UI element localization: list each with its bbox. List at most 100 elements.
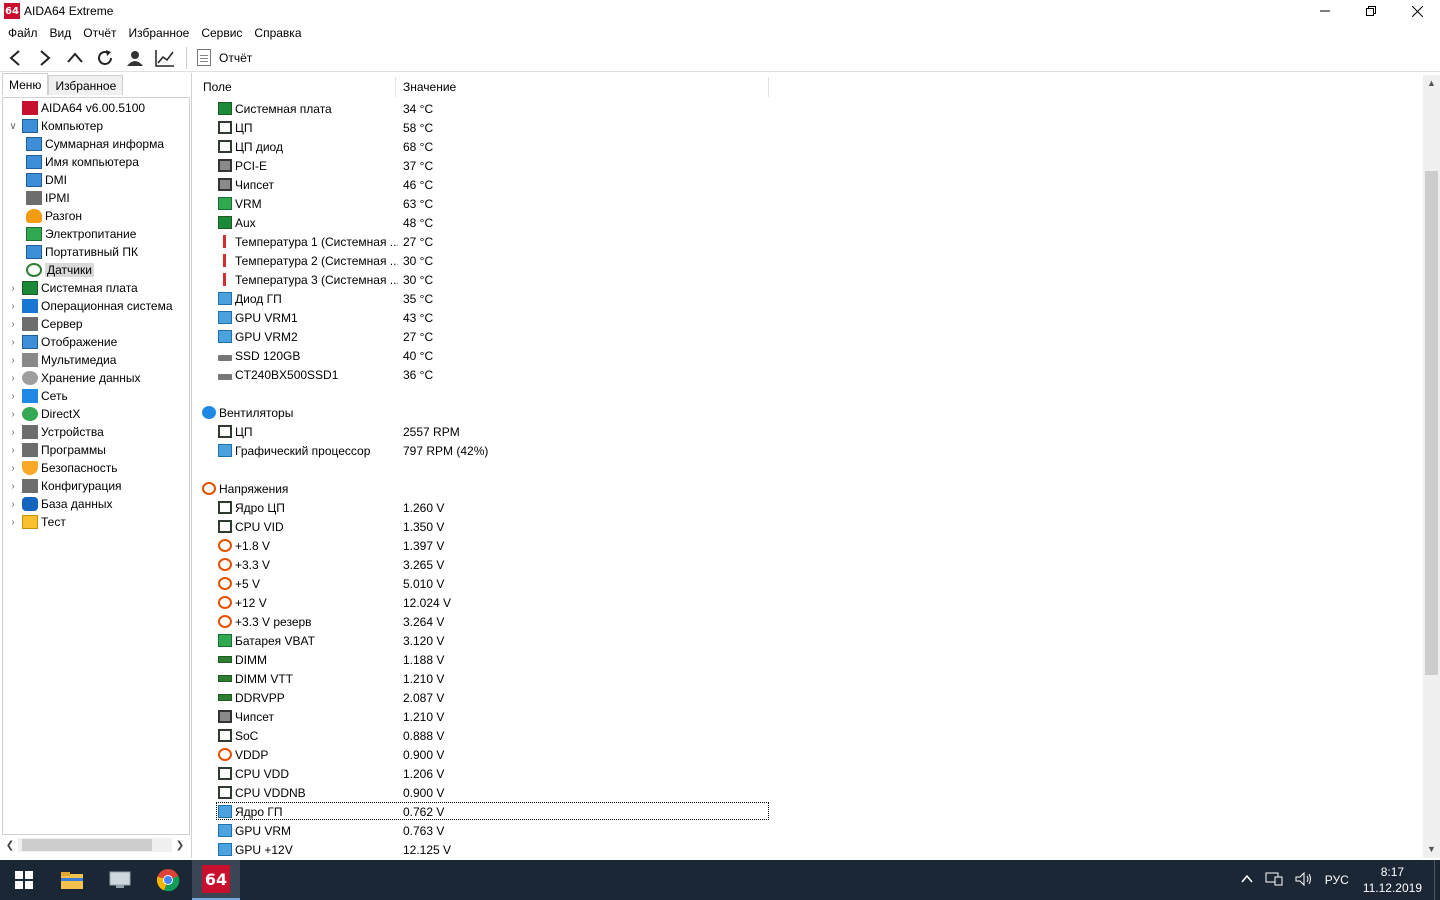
minimize-button[interactable] [1302,0,1348,22]
expand-toggle-icon[interactable]: › [7,337,19,348]
taskbar-aida64[interactable]: 64 [192,860,240,900]
tree-item[interactable]: Суммарная информа [26,135,164,153]
expand-toggle-icon[interactable]: › [7,499,19,510]
forward-button[interactable] [30,45,60,71]
tree-item[interactable]: Разгон [26,207,82,225]
sensor-row[interactable]: ЦП 2557 RPM [196,422,1421,441]
sensor-row[interactable]: CPU VDDNB 0.900 V [196,783,1421,802]
tree-item[interactable]: AIDA64 v6.00.5100 [7,99,145,117]
menu-file[interactable]: Файл [2,23,44,43]
sensor-row[interactable]: DDRVPP 2.087 V [196,688,1421,707]
tree-item[interactable]: › Программы [7,441,106,459]
tree-item[interactable]: Имя компьютера [26,153,139,171]
sensor-row[interactable]: SSD 120GB 40 °C [196,346,1421,365]
tree-horizontal-scrollbar[interactable]: ❮ ❯ [2,836,188,854]
sensor-row[interactable]: DIMM VTT 1.210 V [196,669,1421,688]
sensor-row[interactable]: CT240BX500SSD1 36 °C [196,365,1421,384]
sensor-row[interactable]: Чипсет 46 °C [196,175,1421,194]
scroll-left-icon[interactable]: ❮ [2,840,18,851]
tree-item[interactable]: › Системная плата [7,279,138,297]
expand-toggle-icon[interactable]: › [7,391,19,402]
tree-item[interactable]: IPMI [26,189,70,207]
tree-item[interactable]: › DirectX [7,405,80,423]
taskbar-system-app[interactable] [96,860,144,900]
sensor-row[interactable]: CPU VID 1.350 V [196,517,1421,536]
sensor-row[interactable]: ЦП диод 68 °C [196,137,1421,156]
tree-item[interactable]: › Мультимедиа [7,351,116,369]
back-button[interactable] [0,45,30,71]
expand-toggle-icon[interactable]: › [7,445,19,456]
sensor-row[interactable]: +5 V 5.010 V [196,574,1421,593]
tree-item[interactable]: › Отображение [7,333,117,351]
sensor-row[interactable]: Температура 3 (Системная ... 30 °C [196,270,1421,289]
menu-favorites[interactable]: Избранное [123,23,196,43]
tree-item[interactable]: › Сервер [7,315,83,333]
user-button[interactable] [120,45,150,71]
sensor-row[interactable]: Температура 2 (Системная ... 30 °C [196,251,1421,270]
scroll-down-icon[interactable]: ▼ [1423,841,1440,858]
sensor-row[interactable]: +3.3 V 3.265 V [196,555,1421,574]
start-button[interactable] [0,860,48,900]
vertical-scroll-thumb[interactable] [1425,171,1438,675]
tab-menu[interactable]: Меню [2,73,49,95]
sensor-row[interactable]: Чипсет 1.210 V [196,707,1421,726]
tree-item[interactable]: › Сеть [7,387,68,405]
clock[interactable]: 8:17 11.12.2019 [1355,864,1430,896]
sensor-row[interactable]: Системная плата 34 °C [196,99,1421,118]
scroll-up-icon[interactable]: ▲ [1423,75,1440,92]
sensor-row[interactable]: Графический процессор 797 RPM (42%) [196,441,1421,460]
tree-item[interactable]: › Безопасность [7,459,118,477]
sensor-row[interactable]: SoC 0.888 V [196,726,1421,745]
tree-item[interactable]: › Хранение данных [7,369,141,387]
column-header-field[interactable]: Поле [196,77,396,97]
show-hidden-icons-button[interactable] [1235,873,1259,887]
sensor-row[interactable]: GPU VRM 0.763 V [196,821,1421,840]
sensor-row[interactable]: Температура 1 (Системная ... 27 °C [196,232,1421,251]
volume-tray-button[interactable] [1289,871,1319,889]
sensor-row[interactable]: ЦП 58 °C [196,118,1421,137]
expand-toggle-icon[interactable]: › [7,283,19,294]
expand-toggle-icon[interactable]: › [7,409,19,420]
language-indicator[interactable]: РУС [1319,873,1355,887]
tree-item[interactable]: Датчики [26,261,94,279]
close-button[interactable] [1394,0,1440,22]
tree-item[interactable]: ∨ Компьютер [7,117,103,135]
expand-toggle-icon[interactable]: › [7,373,19,384]
taskbar-explorer[interactable] [48,860,96,900]
tree-item[interactable]: DMI [26,171,67,189]
tree-item[interactable]: › Тест [7,513,66,531]
sensor-row[interactable]: GPU VRM2 27 °C [196,327,1421,346]
sensor-row[interactable]: +12 V 12.024 V [196,593,1421,612]
sensor-row[interactable]: VDDP 0.900 V [196,745,1421,764]
expand-toggle-icon[interactable]: › [7,463,19,474]
tree-item[interactable]: › Конфигурация [7,477,122,495]
tree-item[interactable]: › Операционная система [7,297,173,315]
sensor-row[interactable]: DIMM 1.188 V [196,650,1421,669]
tree-item[interactable]: › База данных [7,495,112,513]
report-button[interactable]: Отчёт [193,45,256,71]
sensor-row[interactable]: PCI-E 37 °C [196,156,1421,175]
tree-item[interactable]: Электропитание [26,225,136,243]
sensor-row[interactable]: GPU +12V 12.125 V [196,840,1421,857]
section-header-row[interactable]: Вентиляторы [196,403,1421,422]
sensor-row[interactable]: Диод ГП 35 °C [196,289,1421,308]
expand-toggle-icon[interactable]: ∨ [7,121,19,132]
expand-toggle-icon[interactable]: › [7,319,19,330]
section-header-row[interactable]: Напряжения [196,479,1421,498]
sensor-row[interactable]: Ядро ЦП 1.260 V [196,498,1421,517]
show-desktop-button[interactable] [1434,860,1440,900]
scroll-thumb[interactable] [22,839,152,851]
chart-button[interactable] [150,45,180,71]
network-tray-button[interactable] [1259,872,1289,889]
sensor-row[interactable]: Aux 48 °C [196,213,1421,232]
vertical-scrollbar[interactable]: ▲ ▼ [1423,75,1440,858]
tab-favorites[interactable]: Избранное [48,75,124,95]
menu-view[interactable]: Вид [44,23,78,43]
expand-toggle-icon[interactable]: › [7,355,19,366]
sensor-row[interactable]: GPU VRM1 43 °C [196,308,1421,327]
sensor-row[interactable]: Батарея VBAT 3.120 V [196,631,1421,650]
sensor-row[interactable]: +3.3 V резерв 3.264 V [196,612,1421,631]
column-header-value[interactable]: Значение [396,77,769,97]
expand-toggle-icon[interactable]: › [7,301,19,312]
expand-toggle-icon[interactable]: › [7,427,19,438]
